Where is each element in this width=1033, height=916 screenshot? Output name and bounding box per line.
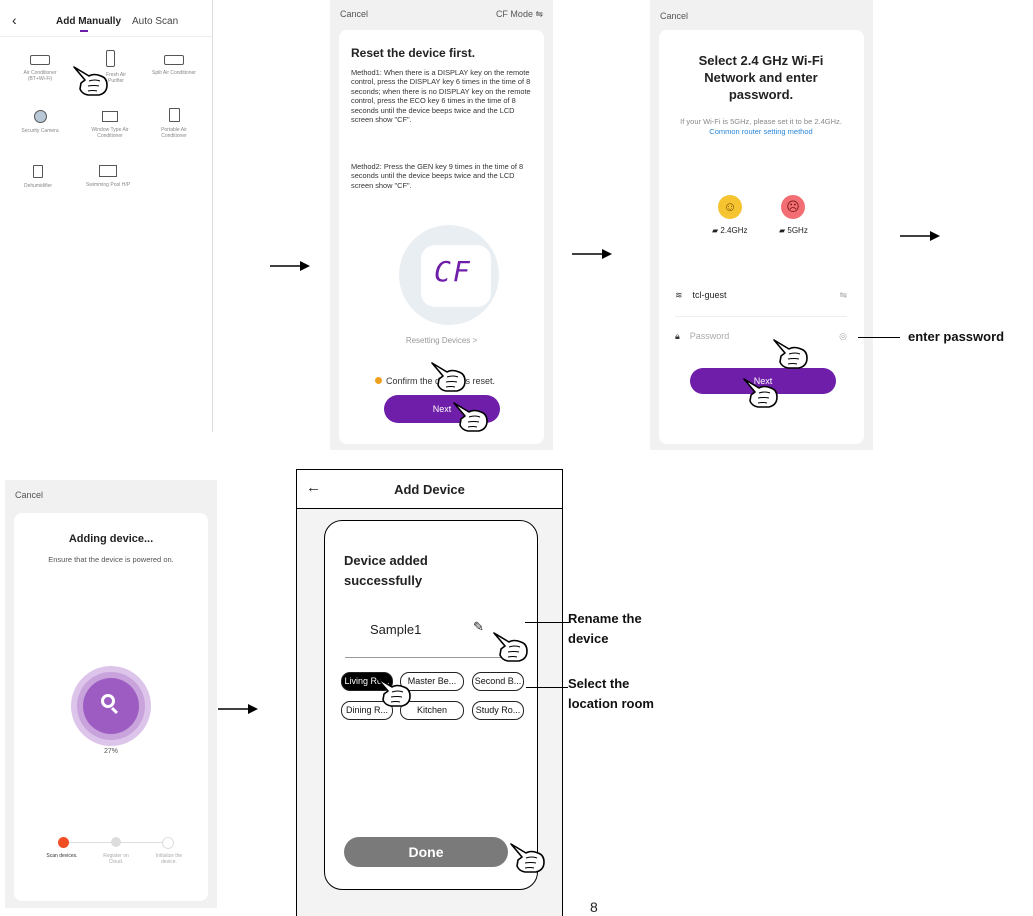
room-second-bedroom[interactable]: Second B... <box>472 672 524 691</box>
band-24-label: ▰ 2.4GHz <box>712 226 748 235</box>
sad-face-icon: ☹ <box>781 195 805 219</box>
heat-pump-icon <box>99 165 117 177</box>
lock-icon: 🔒︎ <box>675 331 680 341</box>
window-ac-icon <box>102 111 118 122</box>
show-password-eye-icon[interactable]: ◎ <box>839 331 847 342</box>
cf-display-illustration: CF <box>399 225 499 325</box>
password-leader-line <box>858 337 900 338</box>
screen-select-wifi: Cancel Select 2.4 GHz Wi-Fi Network and … <box>650 0 873 450</box>
page-number: 8 <box>590 899 598 915</box>
device-split-air-conditioner[interactable]: Split Air Conditioner <box>150 55 198 76</box>
screen-add-manually: ‹ Add Manually Auto Scan Air Conditioner… <box>0 0 213 432</box>
adding-title: Adding device... <box>68 533 154 545</box>
tab-auto-scan[interactable]: Auto Scan <box>132 16 178 27</box>
switch-network-icon[interactable]: ⇋ <box>839 290 847 301</box>
rename-leader-line <box>525 622 569 623</box>
device-label: Dehumidifier <box>23 183 53 189</box>
split-ac-icon <box>164 55 184 65</box>
device-security-camera[interactable]: Security Camera <box>18 110 62 134</box>
screen-reset-device: Cancel CF Mode ⇋ Reset the device first.… <box>330 0 553 450</box>
camera-icon <box>33 110 47 123</box>
method2-text: Method2: Press the GEN key 9 times in th… <box>351 162 524 190</box>
dehumidifier-icon <box>33 165 43 178</box>
device-dehumidifier[interactable]: Dehumidifier <box>14 165 62 189</box>
flow-arrow-icon <box>572 248 612 260</box>
tab-add-manually[interactable]: Add Manually <box>56 16 121 27</box>
success-title: Device added successfully <box>344 553 428 588</box>
cancel-button[interactable]: Cancel <box>15 490 43 500</box>
back-icon[interactable]: ‹ <box>12 12 17 28</box>
device-label: Air Conditioner (BT+Wi-Fi) <box>23 70 57 82</box>
step-scan-label: Scan devices. <box>46 853 78 859</box>
band-24-text: 2.4GHz <box>720 226 748 235</box>
tap-hand-icon <box>493 632 528 662</box>
header-title: Add Device <box>394 482 465 497</box>
tap-hand-icon <box>743 378 778 408</box>
done-button[interactable]: Done <box>344 837 508 867</box>
adding-card: Adding device... Ensure that the device … <box>14 513 208 901</box>
wifi-icon: ≋ <box>675 290 683 300</box>
password-field[interactable]: 🔒︎ Password ◎ <box>675 331 847 351</box>
happy-face-icon: ☺ <box>718 195 742 219</box>
header-bar: ← Add Device <box>297 470 562 509</box>
method1-text: Method1: When there is a DISPLAY key on … <box>351 68 531 125</box>
device-label: Window Type Air Conditioner <box>91 127 129 139</box>
cancel-button[interactable]: Cancel <box>660 11 688 21</box>
tap-hand-icon <box>376 677 411 707</box>
device-label: Security Camera <box>21 128 59 134</box>
resetting-devices-link[interactable]: Resetting Devices > <box>339 336 544 345</box>
flow-arrow-icon <box>270 260 310 272</box>
step-register-icon <box>111 837 121 847</box>
band-5-label: ▰ 5GHz <box>779 226 808 235</box>
annotation-location: Select the location room <box>568 676 654 711</box>
cancel-button[interactable]: Cancel <box>340 9 368 19</box>
progress-percent: 27% <box>103 748 118 755</box>
device-portable-ac[interactable]: Portable Air Conditioner <box>150 108 198 139</box>
device-label: Swimming Pool H/P <box>85 182 131 188</box>
device-window-type-ac[interactable]: Window Type Air Conditioner <box>82 111 138 139</box>
annotation-rename: Rename the device <box>568 611 642 646</box>
adding-subtitle: Ensure that the device is powered on. <box>48 555 174 564</box>
location-leader-line <box>526 687 568 688</box>
screen-device-added: ← Add Device Device added successfully S… <box>296 469 563 916</box>
device-air-conditioner-bt[interactable]: Air Conditioner (BT+Wi-Fi) <box>18 55 62 82</box>
flow-arrow-icon <box>218 703 258 715</box>
tap-hand-icon <box>73 66 108 96</box>
wifi-title: Select 2.4 GHz Wi-Fi Network and enter p… <box>698 53 824 102</box>
band-5-text: 5GHz <box>787 226 808 235</box>
device-name: Sample1 <box>370 622 422 637</box>
flow-arrow-icon <box>900 230 940 242</box>
wifi-note: If your Wi-Fi is 5GHz, please set it to … <box>671 117 851 136</box>
tab-indicator <box>80 30 88 32</box>
reset-title: Reset the device first. <box>351 46 476 60</box>
portable-ac-icon <box>168 108 180 122</box>
tap-hand-icon <box>773 339 808 369</box>
wifi-ssid-row[interactable]: ≋ tcl-guest ⇋ <box>675 290 847 317</box>
tap-hand-icon <box>510 843 545 873</box>
device-swimming-pool[interactable]: Swimming Pool H/P <box>84 165 132 188</box>
progress-ring <box>71 666 151 746</box>
ssid-text: tcl-guest <box>692 290 727 300</box>
room-study[interactable]: Study Ro... <box>472 701 524 720</box>
annotation-enter-password: enter password <box>908 329 1005 344</box>
screen-adding-device: Cancel Adding device... Ensure that the … <box>5 480 217 908</box>
step-scan-icon <box>58 837 69 848</box>
cf-mode-button[interactable]: CF Mode ⇋ <box>496 9 543 20</box>
wifi-note-text: If your Wi-Fi is 5GHz, please set it to … <box>680 117 842 126</box>
device-label: Portable Air Conditioner <box>161 127 187 139</box>
step-init-label: Initialize the device. <box>155 853 183 865</box>
success-card: Device added successfully Sample1 ✎ Livi… <box>324 520 538 890</box>
tab-divider <box>0 36 212 37</box>
cf-display-text: CF <box>434 255 472 288</box>
edit-pencil-icon[interactable]: ✎ <box>473 619 484 635</box>
tap-hand-icon <box>431 362 466 392</box>
check-icon <box>375 377 382 384</box>
step-register-label: Register on Cloud. <box>103 853 129 865</box>
device-label: Split Air Conditioner <box>152 70 196 76</box>
tap-hand-icon <box>453 402 488 432</box>
password-placeholder: Password <box>689 331 730 341</box>
router-setting-link[interactable]: Common router setting method <box>709 127 812 136</box>
step-init-icon <box>162 837 174 849</box>
ac-icon <box>30 55 50 65</box>
